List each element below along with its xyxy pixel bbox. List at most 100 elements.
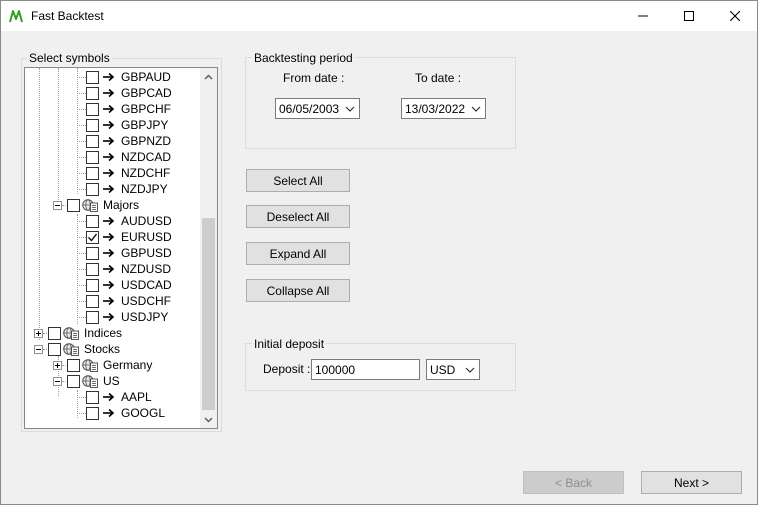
arrow-right-icon [103,216,115,226]
node-checkbox[interactable] [86,278,99,292]
scroll-down-button[interactable] [200,411,217,428]
node-checkbox[interactable] [48,342,61,356]
expand-node-icon[interactable] [34,328,43,338]
node-checkbox[interactable] [67,198,80,212]
node-checkbox[interactable] [86,230,99,244]
tree-node-gbpnzd[interactable]: GBPNZD [86,133,171,149]
window-title: Fast Backtest [31,9,104,23]
tree-node-label: NZDJPY [121,182,168,196]
tree-node-nzdchf[interactable]: NZDCHF [86,165,170,181]
arrow-right-icon [103,72,115,82]
tree-node-label: GBPCHF [121,102,172,116]
close-button[interactable] [712,1,758,31]
tree-node-label: AAPL [121,390,152,404]
node-checkbox[interactable] [86,118,99,132]
arrow-right-icon [103,184,115,194]
tree-guide-line [77,397,86,398]
tree-guide-line [77,173,86,174]
tree-node-label: NZDUSD [121,262,171,276]
currency-select[interactable]: USD [426,359,480,380]
tree-node-gbpjpy[interactable]: GBPJPY [86,117,168,133]
scroll-up-button[interactable] [200,68,217,85]
from-date-value: 06/05/2003 [279,101,340,116]
tree-node-label: GBPJPY [121,118,169,132]
tree-node-googl[interactable]: GOOGL [86,405,165,421]
tree-node-label: GBPCAD [121,86,172,100]
collapse-node-icon[interactable] [34,344,43,354]
tree-guide-line [77,109,86,110]
node-checkbox[interactable] [86,294,99,308]
expand-all-button[interactable]: Expand All [246,242,350,265]
node-checkbox[interactable] [86,390,99,404]
from-date-picker[interactable]: 06/05/2003 [275,98,360,119]
tree-node-gbpusd[interactable]: GBPUSD [86,245,172,261]
expand-node-icon[interactable] [53,360,62,370]
arrow-right-icon [103,248,115,258]
arrow-right-icon [103,168,115,178]
arrow-right-icon [103,104,115,114]
deposit-input[interactable]: 100000 [311,359,420,380]
tree-node-majors[interactable]: Majors [53,197,139,213]
tree-guide-line [77,77,86,78]
tree-node-indices[interactable]: Indices [34,325,122,341]
tree-node-germany[interactable]: Germany [53,357,152,373]
tree-node-us[interactable]: US [53,373,120,389]
tree-node-label: USDCHF [121,294,171,308]
node-checkbox[interactable] [67,358,80,372]
plus-icon [36,330,41,336]
collapse-node-icon[interactable] [53,200,62,210]
node-checkbox[interactable] [86,310,99,324]
node-checkbox[interactable] [48,326,61,340]
node-checkbox[interactable] [86,182,99,196]
arrow-right-icon [103,296,115,306]
tree-node-nzdjpy[interactable]: NZDJPY [86,181,168,197]
title-bar[interactable]: Fast Backtest [1,1,757,31]
tree-node-nzdcad[interactable]: NZDCAD [86,149,171,165]
maximize-button[interactable] [666,1,712,31]
chevron-down-icon [345,106,355,112]
tree-scrollbar[interactable] [200,68,217,428]
symbols-tree-content: GBPAUD GBPCAD GBPCHF GBPJPY GBPNZD NZDCAD NZDC… [25,68,202,428]
arrow-right-icon [103,232,115,242]
deselect-all-button[interactable]: Deselect All [246,205,350,228]
tree-node-gbpchf[interactable]: GBPCHF [86,101,171,117]
select-all-button[interactable]: Select All [246,169,350,192]
collapse-all-button[interactable]: Collapse All [246,279,350,302]
tree-guide-line [77,413,86,414]
node-checkbox[interactable] [86,102,99,116]
node-checkbox[interactable] [86,70,99,84]
tree-node-audusd[interactable]: AUDUSD [86,213,172,229]
tree-node-nzdusd[interactable]: NZDUSD [86,261,171,277]
tree-node-label: Indices [84,326,123,340]
tree-node-aapl[interactable]: AAPL [86,389,152,405]
node-checkbox[interactable] [86,150,99,164]
tree-node-eurusd[interactable]: EURUSD [86,229,172,245]
scroll-thumb[interactable] [202,218,215,410]
node-checkbox[interactable] [86,246,99,260]
node-checkbox[interactable] [86,214,99,228]
tree-guide-line [77,68,78,194]
select-symbols-label: Select symbols [27,51,112,65]
tree-node-usdchf[interactable]: USDCHF [86,293,171,309]
node-checkbox[interactable] [86,406,99,420]
symbols-tree[interactable]: GBPAUD GBPCAD GBPCHF GBPJPY GBPNZD NZDCAD NZDC… [24,67,218,429]
tree-node-usdcad[interactable]: USDCAD [86,277,172,293]
tree-node-stocks[interactable]: Stocks [34,341,120,357]
collapse-node-icon[interactable] [53,376,62,386]
node-checkbox[interactable] [86,86,99,100]
arrow-right-icon [103,280,115,290]
node-checkbox[interactable] [86,134,99,148]
back-button[interactable]: < Back [523,471,624,494]
node-checkbox[interactable] [86,166,99,180]
tree-node-gbpaud[interactable]: GBPAUD [86,69,171,85]
tree-node-label: GBPAUD [121,70,171,84]
to-date-picker[interactable]: 13/03/2022 [401,98,486,119]
arrow-right-icon [103,152,115,162]
node-checkbox[interactable] [86,262,99,276]
next-button[interactable]: Next > [641,471,742,494]
node-checkbox[interactable] [67,374,80,388]
tree-node-usdjpy[interactable]: USDJPY [86,309,168,325]
tree-node-gbpcad[interactable]: GBPCAD [86,85,172,101]
minimize-button[interactable] [620,1,666,31]
maximize-icon [684,11,694,21]
